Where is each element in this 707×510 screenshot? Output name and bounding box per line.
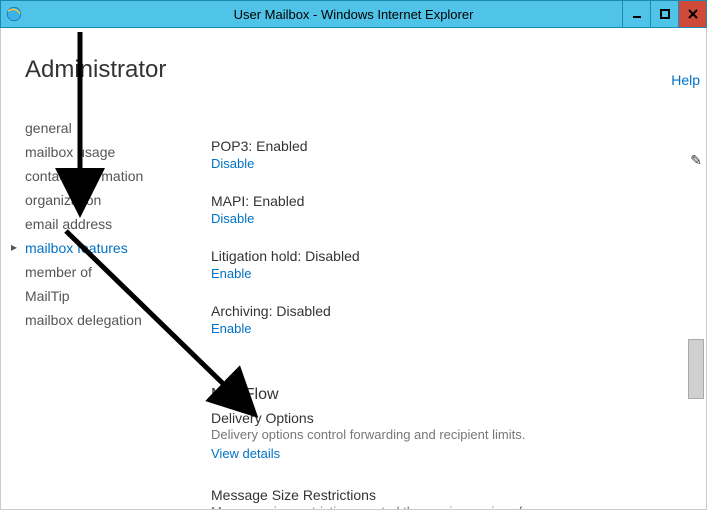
feature-action-link[interactable]: Disable [211, 156, 254, 171]
view-details-link[interactable]: View details [211, 446, 280, 461]
maximize-button[interactable] [650, 1, 678, 27]
ie-icon [5, 5, 23, 23]
nav-item-general[interactable]: general [25, 116, 179, 140]
sidebar: Administrator general mailbox usage cont… [1, 28, 191, 509]
page-title: Administrator [25, 56, 179, 84]
minimize-button[interactable] [622, 1, 650, 27]
close-button[interactable] [678, 1, 706, 27]
content-pane: Help ✎ Administrator general mailbox usa… [0, 28, 707, 510]
nav-item-email-address[interactable]: email address [25, 212, 179, 236]
feature-status: Litigation hold: Disabled [211, 248, 686, 264]
delivery-options-heading: Delivery Options [211, 410, 686, 426]
nav-item-mailtip[interactable]: MailTip [25, 284, 179, 308]
feature-action-link[interactable]: Enable [211, 321, 251, 336]
feature-mapi: MAPI: Enabled Disable [211, 193, 686, 226]
nav-item-mailbox-features[interactable]: mailbox features [25, 236, 179, 260]
feature-archiving: Archiving: Disabled Enable [211, 303, 686, 336]
nav-item-mailbox-delegation[interactable]: mailbox delegation [25, 308, 179, 332]
feature-status: POP3: Enabled [211, 138, 686, 154]
window-title: User Mailbox - Windows Internet Explorer [234, 7, 474, 22]
window-controls [622, 1, 706, 27]
message-size-heading: Message Size Restrictions [211, 487, 686, 503]
message-size-subsection: Message Size Restrictions Message size r… [211, 487, 686, 509]
delivery-options-subsection: Delivery Options Delivery options contro… [211, 410, 686, 461]
feature-pop3: POP3: Enabled Disable [211, 138, 686, 171]
nav-item-member-of[interactable]: member of [25, 260, 179, 284]
nav-item-organization[interactable]: organization [25, 188, 179, 212]
mail-flow-title: Mail Flow [211, 386, 686, 404]
feature-status: MAPI: Enabled [211, 193, 686, 209]
feature-litigation-hold: Litigation hold: Disabled Enable [211, 248, 686, 281]
window-titlebar: User Mailbox - Windows Internet Explorer [0, 0, 707, 28]
mail-flow-section: Mail Flow Delivery Options Delivery opti… [211, 386, 686, 509]
delivery-options-desc: Delivery options control forwarding and … [211, 426, 571, 444]
feature-status: Archiving: Disabled [211, 303, 686, 319]
scrollbar-thumb[interactable] [688, 339, 704, 399]
message-size-desc: Message size restrictions control the ma… [211, 503, 571, 509]
feature-action-link[interactable]: Enable [211, 266, 251, 281]
main-panel: POP3: Enabled Disable MAPI: Enabled Disa… [191, 28, 706, 509]
feature-action-link[interactable]: Disable [211, 211, 254, 226]
nav-item-mailbox-usage[interactable]: mailbox usage [25, 140, 179, 164]
nav-item-contact-information[interactable]: contact information [25, 164, 179, 188]
nav-list: general mailbox usage contact informatio… [25, 116, 179, 332]
